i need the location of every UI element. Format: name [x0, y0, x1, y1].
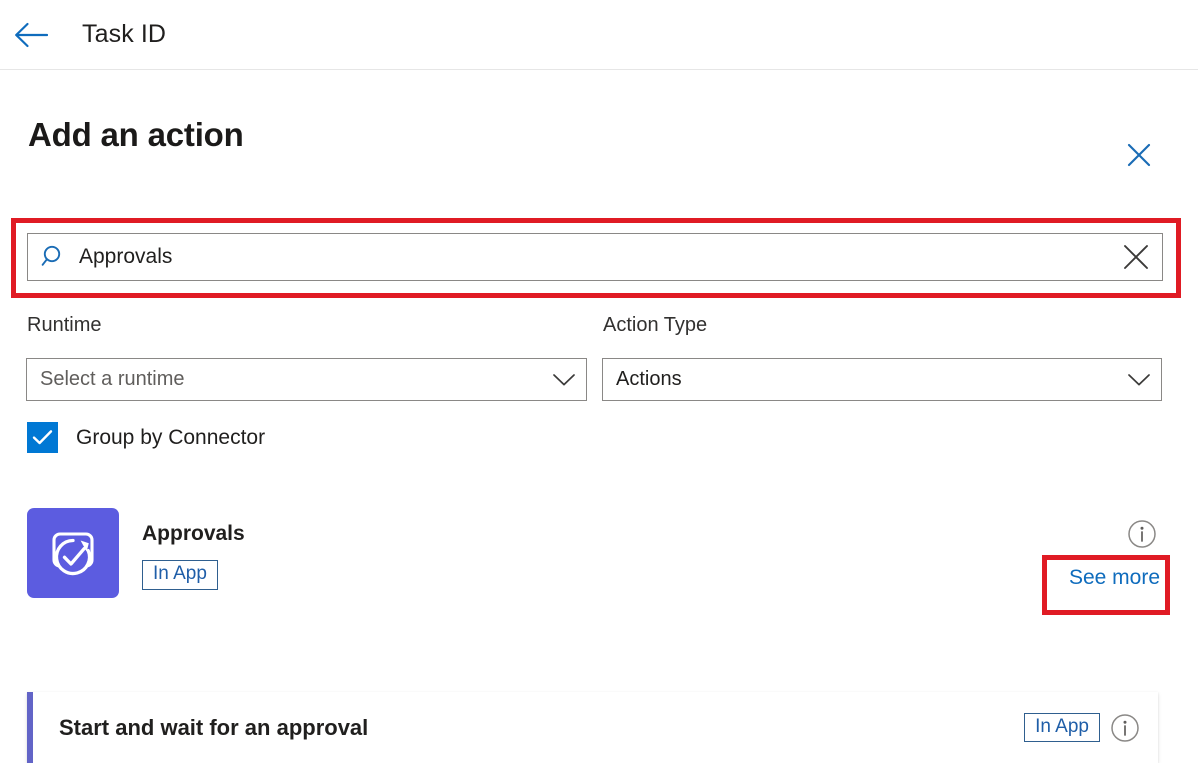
arrow-left-icon	[14, 22, 48, 48]
info-icon	[1127, 519, 1157, 549]
group-by-connector-label: Group by Connector	[76, 426, 265, 450]
action-type-label: Action Type	[603, 314, 707, 337]
group-by-connector-checkbox[interactable]: Group by Connector	[27, 422, 265, 453]
top-header-bar: Task ID	[0, 0, 1198, 70]
action-badge: In App	[1024, 713, 1100, 743]
chevron-down-icon	[542, 372, 586, 388]
page-title: Task ID	[82, 20, 166, 49]
connector-group-approvals: Approvals In App See more	[27, 508, 1163, 598]
close-panel-button[interactable]	[1122, 138, 1156, 172]
action-badge-wrapper: In App	[1024, 713, 1100, 743]
add-action-panel: Add an action Approvals Runtime Select a…	[0, 70, 1198, 708]
action-type-dropdown-value: Actions	[616, 368, 1117, 391]
back-button[interactable]	[8, 15, 54, 55]
chevron-down-icon	[1117, 372, 1161, 388]
see-more-link[interactable]: See more	[1069, 566, 1160, 590]
action-type-dropdown[interactable]: Actions	[602, 358, 1162, 401]
panel-header: Add an action	[0, 70, 1198, 170]
runtime-dropdown[interactable]: Select a runtime	[26, 358, 587, 401]
panel-title: Add an action	[28, 116, 244, 154]
action-card-start-and-wait-for-an-approval[interactable]: Start and wait for an approval In App	[27, 692, 1158, 763]
runtime-dropdown-value: Select a runtime	[40, 368, 542, 391]
runtime-label: Runtime	[27, 314, 101, 337]
clear-search-button[interactable]	[1110, 234, 1162, 280]
search-input[interactable]: Approvals	[27, 233, 1163, 281]
action-name: Start and wait for an approval	[59, 715, 1024, 741]
approvals-connector-icon	[27, 508, 119, 598]
connector-badge-wrapper: In App	[142, 560, 218, 590]
connector-name: Approvals	[142, 522, 245, 546]
checkbox-box	[27, 422, 58, 453]
clear-icon	[1121, 242, 1151, 272]
connector-badge: In App	[142, 560, 218, 590]
connector-info-button[interactable]	[1127, 519, 1157, 554]
info-icon	[1110, 713, 1140, 743]
search-input-value: Approvals	[79, 245, 1110, 269]
action-info-button[interactable]	[1110, 713, 1140, 743]
search-icon	[34, 243, 74, 271]
checkmark-icon	[32, 429, 53, 446]
close-icon	[1126, 142, 1152, 168]
